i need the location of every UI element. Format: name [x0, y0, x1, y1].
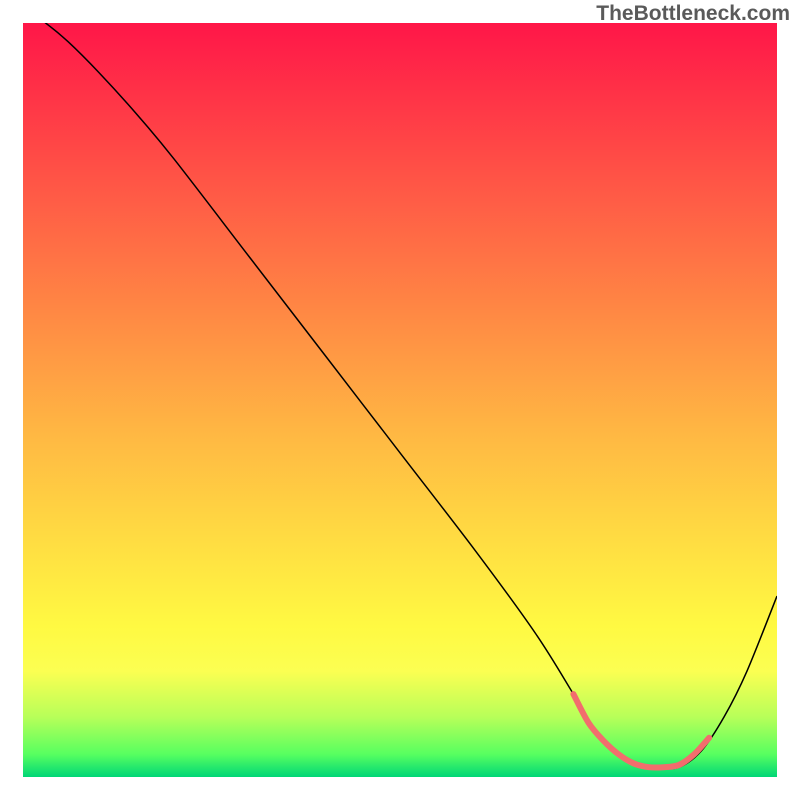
chart-background	[23, 23, 777, 777]
watermark-text: TheBottleneck.com	[596, 2, 790, 26]
chart-plot-area	[23, 23, 777, 777]
chart-svg	[23, 23, 777, 777]
